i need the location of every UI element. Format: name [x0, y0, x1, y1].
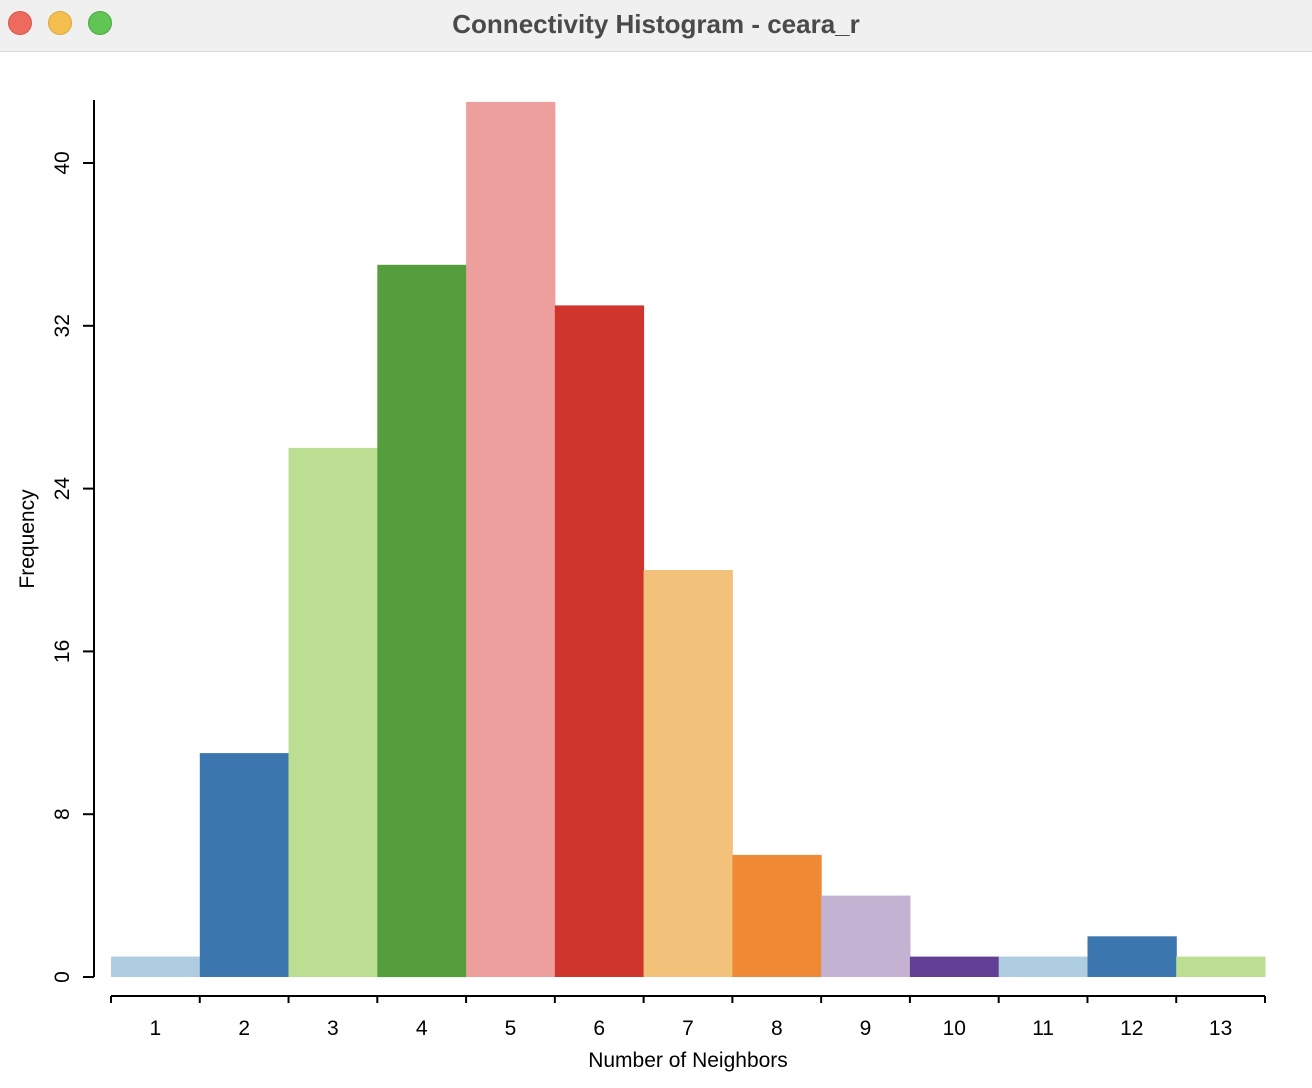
title-bar: Connectivity Histogram - ceara_r — [0, 0, 1312, 52]
bar-7[interactable] — [643, 570, 733, 977]
histogram-chart: 0816243240 1 2 3 4 5 6 7 8 9 10 11 12 13 Frequency N… — [16, 100, 1266, 1072]
bar-6[interactable] — [554, 305, 645, 977]
bars-group — [111, 101, 1266, 978]
x-tick-label: 3 — [327, 1017, 339, 1040]
bar-1[interactable] — [111, 956, 201, 977]
x-tick-label: 4 — [416, 1017, 428, 1040]
x-tick-label: 7 — [682, 1017, 694, 1040]
x-tick-label: 8 — [771, 1017, 783, 1040]
x-tick-label: 5 — [505, 1017, 517, 1040]
y-tick-label: 8 — [51, 808, 74, 820]
bar-2[interactable] — [199, 753, 290, 977]
bar-13[interactable] — [1176, 956, 1266, 977]
y-tick-label: 32 — [51, 314, 74, 337]
bar-11[interactable] — [998, 956, 1088, 977]
x-axis: 1 2 3 4 5 6 7 8 9 10 11 12 13 — [110, 995, 1266, 1040]
y-tick-label: 40 — [51, 151, 74, 174]
x-tick-label: 13 — [1209, 1017, 1232, 1040]
x-tick-label: 2 — [238, 1017, 250, 1040]
y-tick-label: 24 — [51, 477, 74, 501]
x-axis-title: Number of Neighbors — [588, 1049, 788, 1072]
x-tick-label: 11 — [1032, 1017, 1054, 1040]
bar-8[interactable] — [732, 854, 822, 977]
bar-5[interactable] — [466, 101, 556, 977]
bar-9[interactable] — [821, 895, 911, 977]
y-tick-label: 0 — [51, 971, 74, 983]
bar-12[interactable] — [1087, 936, 1177, 977]
y-axis-title: Frequency — [16, 489, 39, 589]
x-tick-label: 10 — [943, 1017, 966, 1040]
y-tick-label: 16 — [51, 640, 74, 663]
x-tick-label: 1 — [150, 1017, 162, 1040]
bar-4[interactable] — [377, 264, 467, 978]
window-title: Connectivity Histogram - ceara_r — [452, 9, 860, 39]
y-axis: 0 8 16 24 32 40 — [51, 100, 95, 983]
x-tick-label: 12 — [1120, 1017, 1143, 1040]
x-tick-label: 9 — [860, 1017, 872, 1040]
bar-10[interactable] — [909, 956, 1000, 977]
x-tick-label: 6 — [593, 1017, 605, 1040]
bar-3[interactable] — [288, 447, 378, 977]
